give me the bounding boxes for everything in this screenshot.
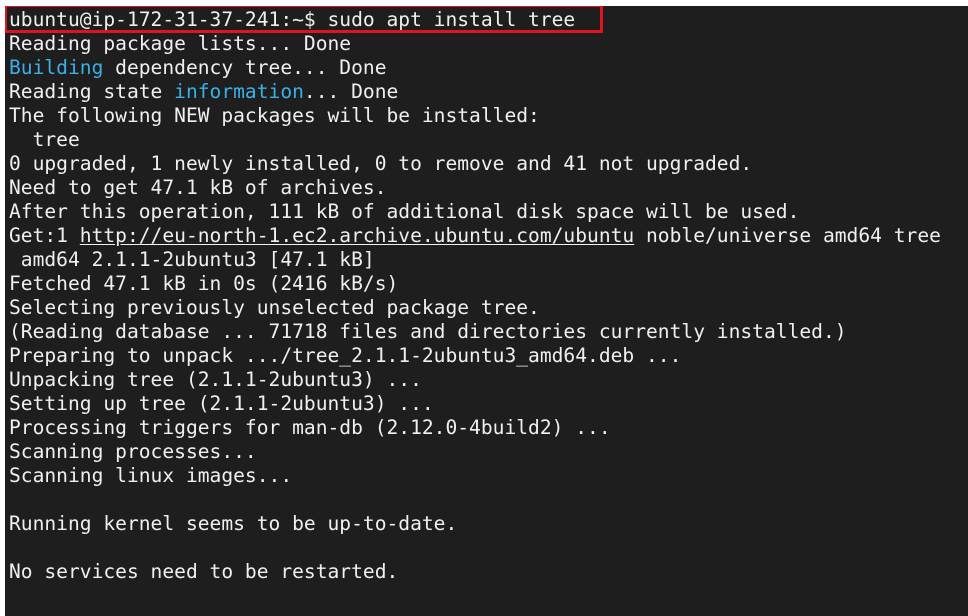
highlighted-word: Building: [9, 56, 104, 79]
output-line: Get:1 http://eu-north-1.ec2.archive.ubun…: [9, 224, 941, 248]
output-text: Get:1: [9, 224, 80, 247]
output-line: Reading package lists... Done: [9, 32, 941, 56]
repository-url-link[interactable]: http://eu-north-1.ec2.archive.ubuntu.com…: [80, 224, 634, 247]
output-text: 0 upgraded, 1 newly installed, 0 to remo…: [9, 152, 753, 175]
output-text: ... Done: [303, 80, 399, 103]
output-line: (Reading database ... 71718 files and di…: [9, 320, 941, 344]
output-text: The following NEW packages will be insta…: [9, 104, 540, 127]
output-line: amd64 2.1.1-2ubuntu3 [47.1 kB]: [9, 248, 941, 272]
output-line: After this operation, 111 kB of addition…: [9, 200, 941, 224]
output-text: noble/universe amd64 tree: [634, 224, 941, 247]
output-text: Scanning processes...: [9, 440, 257, 463]
output-text: Scanning linux images...: [9, 464, 293, 487]
output-line: Selecting previously unselected package …: [9, 296, 941, 320]
output-line: Scanning linux images...: [9, 464, 941, 488]
output-line: The following NEW packages will be insta…: [9, 104, 941, 128]
output-text: Fetched 47.1 kB in 0s (2416 kB/s): [9, 272, 399, 295]
output-text: Unpacking tree (2.1.1-2ubuntu3) ...: [9, 368, 422, 391]
output-line: Fetched 47.1 kB in 0s (2416 kB/s): [9, 272, 941, 296]
output-line: Preparing to unpack .../tree_2.1.1-2ubun…: [9, 344, 941, 368]
output-line: Processing triggers for man-db (2.12.0-4…: [9, 416, 941, 440]
output-line: Reading state information... Done: [9, 80, 941, 104]
output-text: dependency tree... Done: [103, 56, 387, 79]
output-line: Scanning processes...: [9, 440, 941, 464]
output-text: (Reading database ... 71718 files and di…: [9, 320, 847, 343]
output-line: No services need to be restarted.: [9, 560, 941, 584]
output-text: Need to get 47.1 kB of archives.: [9, 176, 387, 199]
terminal-window[interactable]: ubuntu@ip-172-31-37-241:~$ sudo apt inst…: [5, 6, 968, 616]
output-text: No services need to be restarted.: [9, 560, 399, 583]
output-text: ubuntu@ip-172-31-37-241:~$ sudo apt inst…: [9, 8, 576, 31]
output-line: Setting up tree (2.1.1-2ubuntu3) ...: [9, 392, 941, 416]
output-line: Building dependency tree... Done: [9, 56, 941, 80]
output-text: Setting up tree (2.1.1-2ubuntu3) ...: [9, 392, 434, 415]
command-prompt-line: ubuntu@ip-172-31-37-241:~$ sudo apt inst…: [9, 8, 941, 32]
output-text: tree: [9, 128, 80, 151]
output-text: Processing triggers for man-db (2.12.0-4…: [9, 416, 611, 439]
output-line: 0 upgraded, 1 newly installed, 0 to remo…: [9, 152, 941, 176]
output-line: tree: [9, 128, 941, 152]
output-text: Running kernel seems to be up-to-date.: [9, 512, 458, 535]
highlighted-word: information: [174, 80, 304, 103]
output-line: Unpacking tree (2.1.1-2ubuntu3) ...: [9, 368, 941, 392]
output-text: Preparing to unpack .../tree_2.1.1-2ubun…: [9, 344, 682, 367]
output-text: Selecting previously unselected package …: [9, 296, 540, 319]
output-text: Reading package lists... Done: [9, 32, 352, 55]
output-line: Running kernel seems to be up-to-date.: [9, 512, 941, 536]
output-text: Reading state: [9, 80, 175, 103]
output-text: amd64 2.1.1-2ubuntu3 [47.1 kB]: [9, 248, 375, 271]
terminal-output: ubuntu@ip-172-31-37-241:~$ sudo apt inst…: [5, 6, 941, 584]
output-text: After this operation, 111 kB of addition…: [9, 200, 800, 223]
output-line: Need to get 47.1 kB of archives.: [9, 176, 941, 200]
